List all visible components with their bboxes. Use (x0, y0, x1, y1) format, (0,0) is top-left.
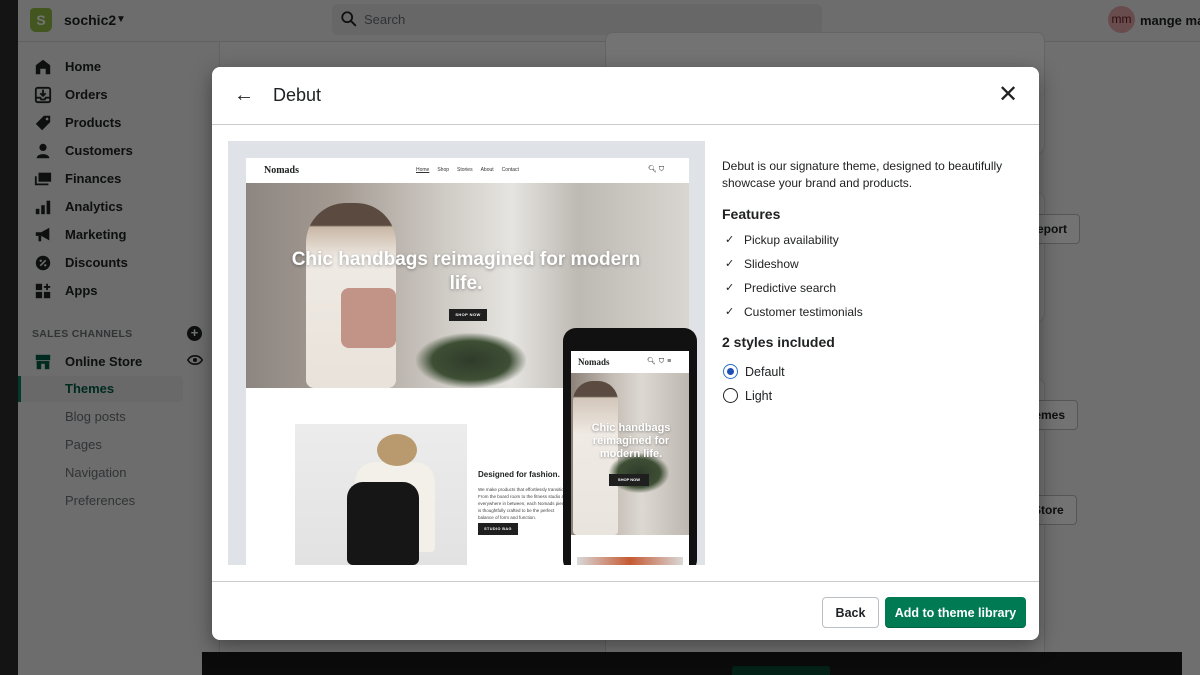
mobile-screen: Nomads 🔍︎⛉≡ Chic handbags reimagined for… (571, 351, 689, 565)
mobile-preview: Nomads 🔍︎⛉≡ Chic handbags reimagined for… (563, 328, 697, 565)
modal-title: Debut (273, 85, 322, 105)
feature-label: Pickup availability (744, 233, 839, 247)
mobile-nav: Nomads 🔍︎⛉≡ (571, 351, 689, 373)
preview-nav-link: Contact (501, 167, 519, 173)
preview-shop-now-button: SHOP NOW (449, 309, 487, 321)
radio-selected-icon[interactable] (723, 364, 738, 379)
mobile-hero-title: Chic handbags reimagined for modern life… (591, 422, 671, 460)
back-arrow-icon[interactable]: ← (234, 84, 254, 106)
mobile-hero-image: Chic handbags reimagined for modern life… (571, 373, 689, 535)
feature-label: Predictive search (744, 281, 837, 295)
feature-label: Slideshow (744, 257, 799, 271)
theme-detail-modal: ← Debut ✕ Nomads Home Shop Stories About… (212, 67, 1039, 640)
preview-logo: Nomads (264, 165, 300, 176)
style-option-label: Light (745, 389, 773, 403)
mobile-shop-now-button: SHOP NOW (609, 474, 649, 486)
checkmark-icon: ✓ (725, 306, 735, 318)
radio-unselected-icon[interactable] (723, 388, 738, 403)
preview-nav: Nomads Home Shop Stories About Contact 🔍… (246, 158, 689, 183)
feature-head-shape (377, 434, 417, 466)
mobile-logo: Nomads (578, 357, 610, 367)
preview-feature-button: STUDIO BAG (478, 523, 518, 535)
style-option-light[interactable]: Light (722, 388, 1022, 412)
feature-backpack-shape (347, 482, 419, 565)
preview-nav-link: Home (416, 167, 430, 173)
preview-nav-link: Shop (437, 167, 450, 173)
feature-label: Customer testimonials (744, 305, 863, 319)
preview-hero-title: Chic handbags reimagined for modern life… (291, 249, 641, 294)
feature-item: ✓ Pickup availability (722, 232, 1022, 256)
style-option-default[interactable]: Default (722, 364, 1022, 388)
modal-header: ← Debut ✕ (212, 67, 1039, 125)
features-list: ✓ Pickup availability ✓ Slideshow ✓ Predict… (722, 232, 1022, 328)
theme-preview: Nomads Home Shop Stories About Contact 🔍… (228, 141, 705, 565)
preview-nav-link: About (480, 167, 494, 173)
back-button[interactable]: Back (822, 597, 879, 628)
styles-heading: 2 styles included (722, 334, 835, 350)
checkmark-icon: ✓ (725, 282, 735, 294)
close-icon[interactable]: ✕ (997, 83, 1019, 107)
preview-nav-links: Home Shop Stories About Contact (416, 167, 519, 173)
preview-feature-text: We make products that effortlessly trans… (478, 487, 570, 520)
checkmark-icon: ✓ (725, 234, 735, 246)
style-options: Default Light (722, 364, 1022, 412)
hero-bag-shape (341, 288, 396, 348)
hero-plant-shape (416, 333, 526, 388)
preview-search-cart-icon: 🔍︎ ⛉ (648, 166, 665, 173)
checkmark-icon: ✓ (725, 258, 735, 270)
mobile-nav-icons: 🔍︎⛉≡ (647, 358, 675, 365)
style-option-label: Default (745, 365, 785, 379)
modal-footer: Back Add to theme library (212, 581, 1039, 640)
mobile-product-image (577, 557, 683, 565)
feature-item: ✓ Customer testimonials (722, 304, 1022, 328)
features-heading: Features (722, 206, 781, 222)
preview-feature-title: Designed for fashion. (478, 470, 560, 479)
preview-nav-link: Stories (457, 167, 473, 173)
preview-feature-image (295, 424, 467, 565)
feature-item: ✓ Slideshow (722, 256, 1022, 280)
theme-info: Debut is our signature theme, designed t… (722, 158, 1022, 412)
theme-description: Debut is our signature theme, designed t… (722, 159, 1003, 190)
add-to-theme-library-button[interactable]: Add to theme library (885, 597, 1026, 628)
feature-item: ✓ Predictive search (722, 280, 1022, 304)
